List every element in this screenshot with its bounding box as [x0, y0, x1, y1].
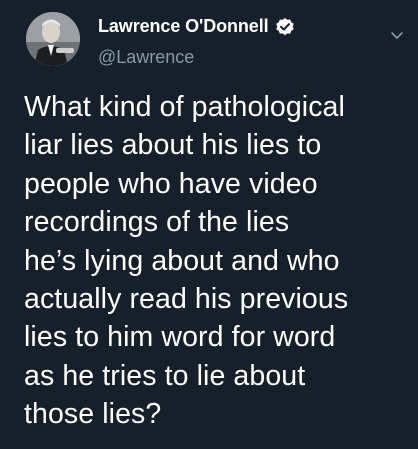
tweet-text-line: What kind of pathological	[24, 91, 345, 123]
display-name[interactable]: Lawrence O'Donnell	[98, 16, 269, 37]
tweet-text-line: people who have video	[24, 167, 318, 200]
avatar-photo	[26, 12, 80, 66]
tweet-text: What kind of pathological liar lies abou…	[24, 88, 404, 434]
tweet-card: Lawrence O'Donnell @Lawrence What kind o…	[0, 0, 418, 449]
tweet-text-line: those lies?	[24, 398, 162, 431]
avatar[interactable]	[26, 12, 80, 66]
display-name-row: Lawrence O'Donnell	[98, 16, 295, 37]
tweet-text-line: lies to him word for word	[24, 321, 336, 354]
handle[interactable]: @Lawrence	[98, 47, 194, 68]
tweet-text-line: actually read his previous	[24, 283, 349, 316]
tweet-text-line: he’s lying about and who	[24, 244, 340, 277]
tweet-text-line: liar lies about his lies to	[24, 129, 322, 162]
chevron-down-icon[interactable]	[390, 28, 404, 39]
verified-badge-icon	[275, 17, 295, 37]
tweet-text-line: recordings of the lies	[24, 206, 290, 239]
tweet-text-line: as he tries to lie about	[24, 359, 306, 392]
